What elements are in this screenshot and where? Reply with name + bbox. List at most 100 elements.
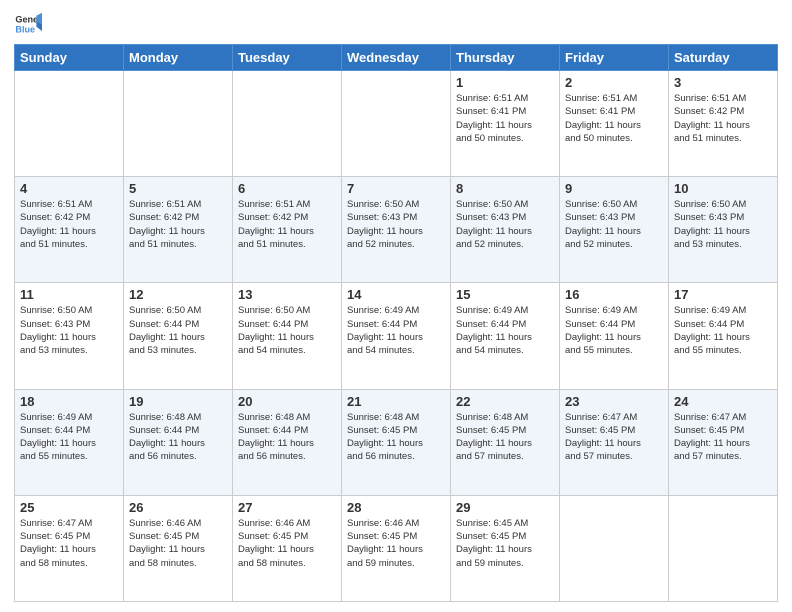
calendar-cell: 5 Sunrise: 6:51 AM Sunset: 6:42 PM Daylig… [124, 177, 233, 283]
day-number: 13 [238, 287, 336, 302]
day-number: 4 [20, 181, 118, 196]
calendar-cell: 9 Sunrise: 6:50 AM Sunset: 6:43 PM Daylig… [560, 177, 669, 283]
calendar-cell: 27 Sunrise: 6:46 AM Sunset: 6:45 PM Dayli… [233, 495, 342, 601]
day-number: 16 [565, 287, 663, 302]
page: General Blue SundayMondayTuesdayWednesda… [0, 0, 792, 612]
calendar-cell: 10 Sunrise: 6:50 AM Sunset: 6:43 PM Dayli… [669, 177, 778, 283]
calendar-cell: 20 Sunrise: 6:48 AM Sunset: 6:44 PM Dayli… [233, 389, 342, 495]
calendar-cell: 26Sunrise: 6:46 AM Sunset: 6:45 PM Dayli… [124, 495, 233, 601]
day-info: Sunrise: 6:51 AM Sunset: 6:41 PM Dayligh… [456, 92, 554, 145]
calendar-cell: 21 Sunrise: 6:48 AM Sunset: 6:45 PM Dayli… [342, 389, 451, 495]
generalblue-logo-icon: General Blue [14, 10, 42, 38]
calendar-cell [15, 71, 124, 177]
calendar-cell: 12Sunrise: 6:50 AM Sunset: 6:44 PM Dayli… [124, 283, 233, 389]
day-info: Sunrise: 6:49 AM Sunset: 6:44 PM Dayligh… [20, 411, 118, 464]
day-number: 14 [347, 287, 445, 302]
day-number: 25 [20, 500, 118, 515]
day-number: 22 [456, 394, 554, 409]
day-number: 26 [129, 500, 227, 515]
logo: General Blue [14, 10, 42, 38]
svg-text:Blue: Blue [15, 24, 35, 34]
day-of-week-header: Friday [560, 45, 669, 71]
day-info: Sunrise: 6:51 AM Sunset: 6:42 PM Dayligh… [129, 198, 227, 251]
day-number: 17 [674, 287, 772, 302]
day-info: Sunrise: 6:49 AM Sunset: 6:44 PM Dayligh… [347, 304, 445, 357]
day-of-week-header: Wednesday [342, 45, 451, 71]
day-of-week-header: Monday [124, 45, 233, 71]
day-info: Sunrise: 6:51 AM Sunset: 6:42 PM Dayligh… [20, 198, 118, 251]
calendar-cell: 1 Sunrise: 6:51 AM Sunset: 6:41 PM Daylig… [451, 71, 560, 177]
calendar-table: SundayMondayTuesdayWednesdayThursdayFrid… [14, 44, 778, 602]
calendar-week-row: 1 Sunrise: 6:51 AM Sunset: 6:41 PM Daylig… [15, 71, 778, 177]
calendar-cell: 15 Sunrise: 6:49 AM Sunset: 6:44 PM Dayli… [451, 283, 560, 389]
day-info: Sunrise: 6:48 AM Sunset: 6:44 PM Dayligh… [238, 411, 336, 464]
day-number: 8 [456, 181, 554, 196]
day-number: 10 [674, 181, 772, 196]
day-of-week-header: Tuesday [233, 45, 342, 71]
day-info: Sunrise: 6:46 AM Sunset: 6:45 PM Dayligh… [238, 517, 336, 570]
day-number: 5 [129, 181, 227, 196]
day-info: Sunrise: 6:45 AM Sunset: 6:45 PM Dayligh… [456, 517, 554, 570]
calendar-cell: 13Sunrise: 6:50 AM Sunset: 6:44 PM Dayli… [233, 283, 342, 389]
day-number: 11 [20, 287, 118, 302]
calendar-week-row: 25 Sunrise: 6:47 AM Sunset: 6:45 PM Dayli… [15, 495, 778, 601]
day-info: Sunrise: 6:48 AM Sunset: 6:45 PM Dayligh… [347, 411, 445, 464]
day-info: Sunrise: 6:49 AM Sunset: 6:44 PM Dayligh… [565, 304, 663, 357]
calendar-cell: 18 Sunrise: 6:49 AM Sunset: 6:44 PM Dayli… [15, 389, 124, 495]
day-info: Sunrise: 6:49 AM Sunset: 6:44 PM Dayligh… [456, 304, 554, 357]
calendar-cell: 28 Sunrise: 6:46 AM Sunset: 6:45 PM Dayli… [342, 495, 451, 601]
day-info: Sunrise: 6:46 AM Sunset: 6:45 PM Dayligh… [347, 517, 445, 570]
day-number: 15 [456, 287, 554, 302]
day-of-week-header: Saturday [669, 45, 778, 71]
calendar-cell: 29 Sunrise: 6:45 AM Sunset: 6:45 PM Dayli… [451, 495, 560, 601]
day-number: 7 [347, 181, 445, 196]
day-info: Sunrise: 6:48 AM Sunset: 6:45 PM Dayligh… [456, 411, 554, 464]
day-info: Sunrise: 6:50 AM Sunset: 6:44 PM Dayligh… [129, 304, 227, 357]
calendar-header-row: SundayMondayTuesdayWednesdayThursdayFrid… [15, 45, 778, 71]
day-info: Sunrise: 6:51 AM Sunset: 6:42 PM Dayligh… [238, 198, 336, 251]
day-number: 2 [565, 75, 663, 90]
calendar-cell [669, 495, 778, 601]
day-number: 24 [674, 394, 772, 409]
calendar-cell [342, 71, 451, 177]
day-of-week-header: Thursday [451, 45, 560, 71]
calendar-cell [124, 71, 233, 177]
day-info: Sunrise: 6:50 AM Sunset: 6:43 PM Dayligh… [20, 304, 118, 357]
day-number: 19 [129, 394, 227, 409]
day-number: 20 [238, 394, 336, 409]
calendar-cell: 14 Sunrise: 6:49 AM Sunset: 6:44 PM Dayli… [342, 283, 451, 389]
calendar-cell [233, 71, 342, 177]
calendar-cell: 17 Sunrise: 6:49 AM Sunset: 6:44 PM Dayli… [669, 283, 778, 389]
calendar-cell: 4 Sunrise: 6:51 AM Sunset: 6:42 PM Daylig… [15, 177, 124, 283]
day-info: Sunrise: 6:48 AM Sunset: 6:44 PM Dayligh… [129, 411, 227, 464]
day-number: 3 [674, 75, 772, 90]
day-info: Sunrise: 6:50 AM Sunset: 6:43 PM Dayligh… [456, 198, 554, 251]
day-number: 27 [238, 500, 336, 515]
day-info: Sunrise: 6:49 AM Sunset: 6:44 PM Dayligh… [674, 304, 772, 357]
calendar-cell: 3 Sunrise: 6:51 AM Sunset: 6:42 PM Daylig… [669, 71, 778, 177]
day-number: 1 [456, 75, 554, 90]
calendar-cell: 24 Sunrise: 6:47 AM Sunset: 6:45 PM Dayli… [669, 389, 778, 495]
day-info: Sunrise: 6:50 AM Sunset: 6:43 PM Dayligh… [674, 198, 772, 251]
day-number: 23 [565, 394, 663, 409]
calendar-cell: 2Sunrise: 6:51 AM Sunset: 6:41 PM Daylig… [560, 71, 669, 177]
day-info: Sunrise: 6:50 AM Sunset: 6:43 PM Dayligh… [347, 198, 445, 251]
day-info: Sunrise: 6:47 AM Sunset: 6:45 PM Dayligh… [20, 517, 118, 570]
header: General Blue [14, 10, 778, 38]
day-info: Sunrise: 6:47 AM Sunset: 6:45 PM Dayligh… [674, 411, 772, 464]
calendar-week-row: 11 Sunrise: 6:50 AM Sunset: 6:43 PM Dayli… [15, 283, 778, 389]
day-number: 18 [20, 394, 118, 409]
day-number: 21 [347, 394, 445, 409]
calendar-cell [560, 495, 669, 601]
day-info: Sunrise: 6:50 AM Sunset: 6:43 PM Dayligh… [565, 198, 663, 251]
calendar-cell: 16 Sunrise: 6:49 AM Sunset: 6:44 PM Dayli… [560, 283, 669, 389]
day-number: 29 [456, 500, 554, 515]
calendar-cell: 22 Sunrise: 6:48 AM Sunset: 6:45 PM Dayli… [451, 389, 560, 495]
day-number: 9 [565, 181, 663, 196]
day-info: Sunrise: 6:47 AM Sunset: 6:45 PM Dayligh… [565, 411, 663, 464]
calendar-cell: 25 Sunrise: 6:47 AM Sunset: 6:45 PM Dayli… [15, 495, 124, 601]
day-info: Sunrise: 6:51 AM Sunset: 6:42 PM Dayligh… [674, 92, 772, 145]
day-number: 28 [347, 500, 445, 515]
calendar-cell: 11 Sunrise: 6:50 AM Sunset: 6:43 PM Dayli… [15, 283, 124, 389]
calendar-cell: 8 Sunrise: 6:50 AM Sunset: 6:43 PM Daylig… [451, 177, 560, 283]
